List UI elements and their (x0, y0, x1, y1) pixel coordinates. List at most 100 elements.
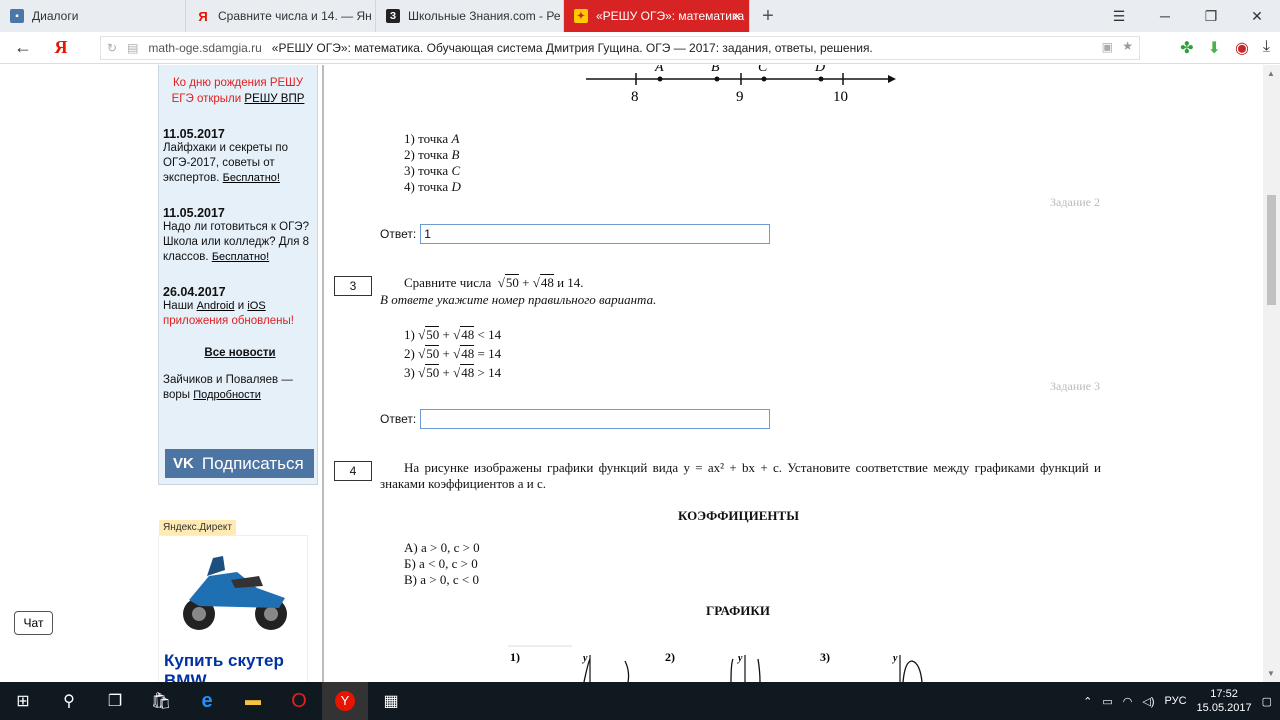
opera-icon[interactable]: ◉ (1235, 38, 1249, 58)
point-c (761, 76, 767, 82)
yandex-direct-label[interactable]: Яндекс.Директ (159, 520, 236, 535)
task-label-3: Задание 3 (1050, 379, 1100, 393)
graph-label-3: 3) (820, 650, 830, 664)
q3-answer-row: Ответ: (380, 409, 771, 429)
clover-icon[interactable]: ✤ (1180, 38, 1193, 58)
file-explorer-icon[interactable]: ▬ (230, 682, 276, 720)
store-icon[interactable]: 🛍 (138, 682, 184, 720)
star-icon[interactable]: ★ (1122, 39, 1133, 53)
znanija-icon: З (386, 9, 400, 23)
url-field[interactable]: ↻ ▤ math-oge.sdamgia.ru «РЕШУ ОГЭ»: мате… (100, 36, 1140, 60)
tick-label-9: 9 (736, 89, 744, 105)
q3-option: 1) √50 + √48 < 14 (404, 326, 502, 342)
task-label-2: Задание 2 (1050, 195, 1100, 209)
answer-label: Ответ: (380, 227, 417, 241)
scroll-up-icon[interactable]: ▲ (1267, 69, 1275, 78)
calculator-icon[interactable]: ▦ (368, 682, 414, 720)
news-date: 11.05.2017 (163, 206, 225, 220)
ad-title-link[interactable]: Купить скутер BMW (164, 651, 314, 682)
extensions: ✤ ⬇ ◉ ⤓ (1180, 38, 1270, 58)
yandex-browser-icon[interactable]: Y (322, 682, 368, 720)
tab-reshu-oge[interactable]: ✦ «РЕШУ ОГЭ»: математика × (564, 0, 750, 32)
language-indicator[interactable]: РУС (1165, 695, 1187, 707)
yandex-icon: Я (198, 8, 208, 24)
volume-icon[interactable]: ◁) (1142, 695, 1154, 708)
yandex-logo-icon[interactable]: Я (46, 37, 76, 58)
q3-option: 2) √50 + √48 = 14 (404, 345, 502, 361)
system-tray: ⌃ ▭ ◠ ◁) РУС 17:52 15.05.2017 ▢ (1083, 682, 1272, 720)
news-date: 26.04.2017 (163, 285, 226, 299)
news-date: 11.05.2017 (163, 127, 225, 141)
back-arrow-icon[interactable]: ← (0, 37, 46, 58)
window-controls: ☰ ─ ❐ ✕ (1096, 0, 1280, 32)
news-list: 11.05.2017 Лайфхаки и секреты по ОГЭ-201… (159, 127, 317, 403)
q2-answer-row: Ответ: 1 (380, 224, 771, 244)
q3-text: Сравните числа √50 + √48 и 14. (404, 274, 584, 290)
tab-znanija[interactable]: З Школьные Знания.com - Ре (376, 0, 564, 32)
menu-icon[interactable]: ☰ (1096, 0, 1142, 32)
close-tab-icon[interactable]: × (733, 8, 741, 24)
promo: Ко дню рождения РЕШУ ЕГЭ открыли РЕШУ ВП… (159, 65, 317, 107)
answer-label: Ответ: (380, 412, 417, 426)
scroll-thumb[interactable] (1267, 195, 1276, 305)
sidebar: Ко дню рождения РЕШУ ЕГЭ открыли РЕШУ ВП… (158, 65, 318, 485)
point-a (657, 76, 663, 82)
download-arrow-icon[interactable]: ⬇ (1208, 38, 1221, 58)
wifi-icon[interactable]: ◠ (1123, 695, 1133, 708)
label-c: C (758, 65, 768, 75)
graph-3-curve (902, 660, 923, 682)
ios-link[interactable]: iOS (247, 300, 265, 312)
maximize-icon[interactable]: ❐ (1188, 0, 1234, 32)
q3-answer-input[interactable] (420, 409, 771, 429)
chevron-up-icon[interactable]: ⌃ (1083, 695, 1092, 708)
notifications-icon[interactable]: ▢ (1262, 695, 1272, 708)
android-link[interactable]: Android (197, 300, 235, 312)
vertical-scrollbar[interactable]: ▲ ▼ (1263, 65, 1280, 682)
story-link[interactable]: Подробности (193, 389, 261, 401)
news-link[interactable]: Бесплатно! (212, 251, 269, 263)
graph-2-curve-left (730, 658, 734, 682)
network-icon[interactable]: ▭ (1102, 695, 1112, 708)
clock[interactable]: 17:52 15.05.2017 (1197, 687, 1252, 715)
vk-icon: ▪ (10, 9, 24, 23)
tab-label: «РЕШУ ОГЭ»: математика (596, 9, 745, 23)
search-icon[interactable]: ⚲ (46, 682, 92, 720)
graph-axis-y-2: y (737, 653, 743, 664)
windows-start-icon[interactable]: ⊞ (0, 682, 46, 720)
q2-answer-input[interactable]: 1 (420, 224, 771, 244)
q3-option: 3) √50 + √48 > 14 (404, 364, 502, 380)
reload-icon[interactable]: ↻ (107, 41, 117, 55)
promo-link[interactable]: РЕШУ ВПР (244, 93, 304, 105)
number-line: A B C D 8 9 10 (586, 65, 896, 105)
scooter-image (183, 556, 287, 630)
tab-yandex[interactable]: Я Сравните числа и 14. — Ян (186, 0, 376, 32)
question-number-4: 4 (334, 461, 372, 481)
graph-1-curve-right (624, 660, 630, 682)
task-view-icon[interactable]: ❐ (92, 682, 138, 720)
lock-icon[interactable]: ▣ (1102, 40, 1113, 54)
tab-dialogs[interactable]: ▪ Диалоги (0, 0, 186, 32)
chat-button[interactable]: Чат (14, 611, 53, 635)
vk-subscribe-button[interactable]: VK Подписаться (165, 449, 314, 478)
news-text-red: приложения обновлены! (163, 315, 294, 327)
q2-option: 2) точка B (404, 147, 460, 162)
label-a: A (654, 65, 664, 75)
tab-bar: ▪ Диалоги Я Сравните числа и 14. — Ян З … (0, 0, 1280, 32)
close-window-icon[interactable]: ✕ (1234, 0, 1280, 32)
all-news-link[interactable]: Все новости (163, 347, 317, 359)
tab-label: Школьные Знания.com - Ре (408, 9, 561, 23)
coef-option: В) a > 0, c < 0 (404, 572, 479, 587)
new-tab-button[interactable]: + (750, 0, 786, 32)
point-d (818, 76, 824, 82)
downloads-icon[interactable]: ⤓ (1263, 38, 1270, 58)
minimize-icon[interactable]: ─ (1142, 0, 1188, 32)
graph-2-curve-right (757, 658, 761, 682)
scroll-down-icon[interactable]: ▼ (1267, 669, 1275, 678)
edge-icon[interactable]: e (184, 682, 230, 720)
page-icon: ▤ (127, 41, 139, 55)
label-d: D (814, 65, 825, 75)
question-number-3: 3 (334, 276, 372, 296)
news-link[interactable]: Бесплатно! (223, 172, 280, 184)
vk-logo-icon: VK (173, 455, 194, 472)
opera-taskbar-icon[interactable]: O (276, 682, 322, 720)
